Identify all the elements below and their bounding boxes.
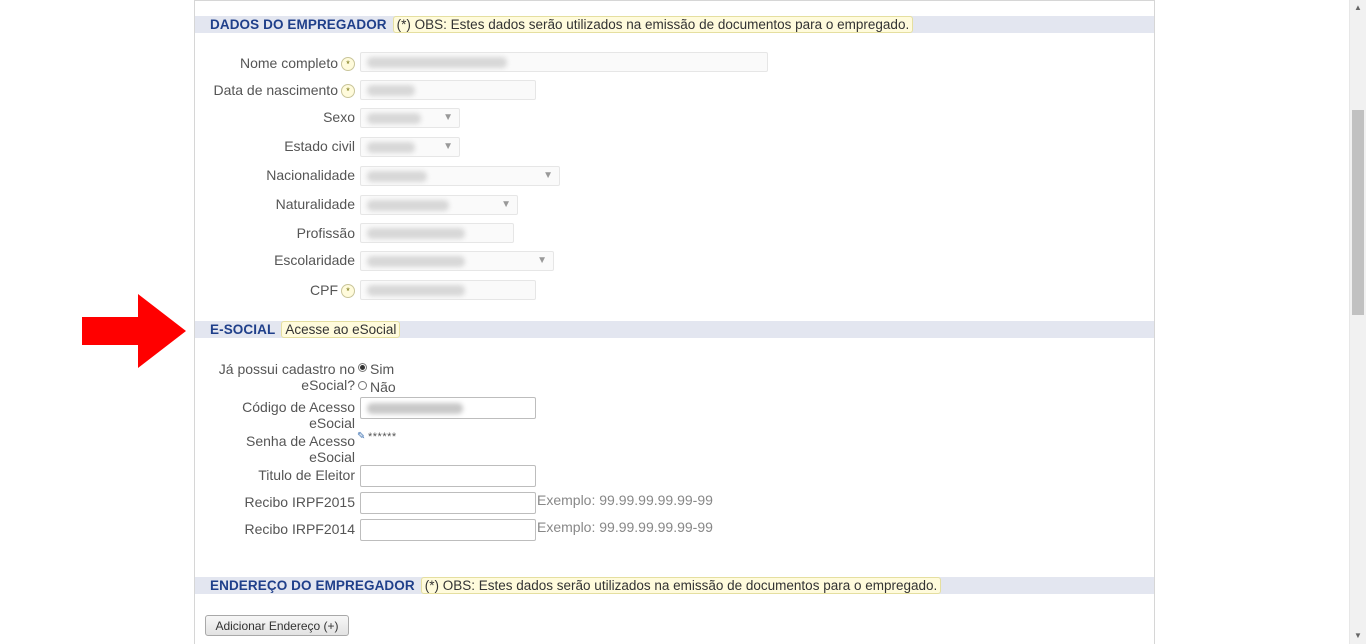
address-section-header: ENDEREÇO DO EMPREGADOR (*) OBS: Estes da… xyxy=(195,577,1154,594)
radio-nao[interactable] xyxy=(358,381,367,390)
radio-nao-label: Não xyxy=(370,379,396,395)
esocial-link[interactable]: Acesse ao eSocial xyxy=(281,321,401,338)
required-mark-icon: * xyxy=(341,57,355,72)
naturalidade-label: Naturalidade xyxy=(275,196,355,212)
irpf2014-example: Exemplo: 99.99.99.99.99-99 xyxy=(537,519,713,535)
employer-section-header: DADOS DO EMPREGADOR (*) OBS: Estes dados… xyxy=(195,16,1154,33)
address-section-title: ENDEREÇO DO EMPREGADOR xyxy=(210,578,415,593)
cpf-label: CPF * xyxy=(200,282,355,299)
add-address-button[interactable]: Adicionar Endereço (+) xyxy=(205,615,349,636)
cadastro-esocial-label: Já possui cadastro no eSocial? xyxy=(218,361,355,393)
nacionalidade-select[interactable]: ▼ xyxy=(360,166,560,186)
recibo-irpf2014-input[interactable] xyxy=(360,519,536,541)
recibo-irpf2015-input[interactable] xyxy=(360,492,536,514)
profissao-label: Profissão xyxy=(296,225,355,241)
required-mark-icon: * xyxy=(341,84,355,99)
vertical-scrollbar[interactable]: ▲ ▼ xyxy=(1349,0,1366,644)
chevron-down-icon: ▼ xyxy=(501,199,511,210)
titulo-eleitor-input[interactable] xyxy=(360,465,536,487)
irpf2015-example: Exemplo: 99.99.99.99.99-99 xyxy=(537,492,713,508)
recibo-irpf2015-label: Recibo IRPF2015 xyxy=(244,494,355,510)
escolaridade-label: Escolaridade xyxy=(274,252,355,268)
nacionalidade-label: Nacionalidade xyxy=(266,167,355,183)
employer-section-title: DADOS DO EMPREGADOR xyxy=(210,17,387,32)
red-arrow-icon xyxy=(82,294,186,368)
titulo-eleitor-label: Titulo de Eleitor xyxy=(258,467,355,483)
pencil-icon[interactable]: ✎ xyxy=(357,431,365,442)
employer-section-note: (*) OBS: Estes dados serão utilizados na… xyxy=(392,16,914,33)
required-mark-icon: * xyxy=(341,284,355,299)
chevron-down-icon: ▼ xyxy=(543,170,553,181)
codigo-acesso-input[interactable] xyxy=(360,397,536,419)
profissao-field[interactable] xyxy=(360,223,514,243)
nome-completo-label: Nome completo * xyxy=(200,55,355,72)
esocial-section-header: E-SOCIAL Acesse ao eSocial xyxy=(195,321,1154,338)
data-nascimento-field[interactable] xyxy=(360,80,536,100)
sexo-label: Sexo xyxy=(323,109,355,125)
estado-civil-select[interactable]: ▼ xyxy=(360,137,460,157)
esocial-section-title: E-SOCIAL xyxy=(210,322,276,337)
chevron-down-icon: ▼ xyxy=(537,255,547,266)
address-section-note: (*) OBS: Estes dados serão utilizados na… xyxy=(420,577,942,594)
scrollbar-thumb[interactable] xyxy=(1352,110,1364,315)
nome-completo-field[interactable] xyxy=(360,52,768,72)
chevron-down-icon: ▼ xyxy=(443,141,453,152)
data-nascimento-label: Data de nascimento * xyxy=(200,82,355,99)
escolaridade-select[interactable]: ▼ xyxy=(360,251,554,271)
chevron-down-icon: ▼ xyxy=(443,112,453,123)
recibo-irpf2014-label: Recibo IRPF2014 xyxy=(244,521,355,537)
radio-sim[interactable] xyxy=(358,363,367,372)
naturalidade-select[interactable]: ▼ xyxy=(360,195,518,215)
scroll-down-icon[interactable]: ▼ xyxy=(1350,628,1366,644)
radio-sim-label: Sim xyxy=(370,361,395,377)
cpf-field[interactable] xyxy=(360,280,536,300)
codigo-acesso-label: Código de Acesso eSocial xyxy=(242,399,355,431)
senha-value: ****** xyxy=(368,431,397,443)
estado-civil-label: Estado civil xyxy=(284,138,355,154)
senha-acesso-label: Senha de Acesso eSocial xyxy=(246,433,355,465)
scroll-up-icon[interactable]: ▲ xyxy=(1350,0,1366,16)
sexo-select[interactable]: ▼ xyxy=(360,108,460,128)
